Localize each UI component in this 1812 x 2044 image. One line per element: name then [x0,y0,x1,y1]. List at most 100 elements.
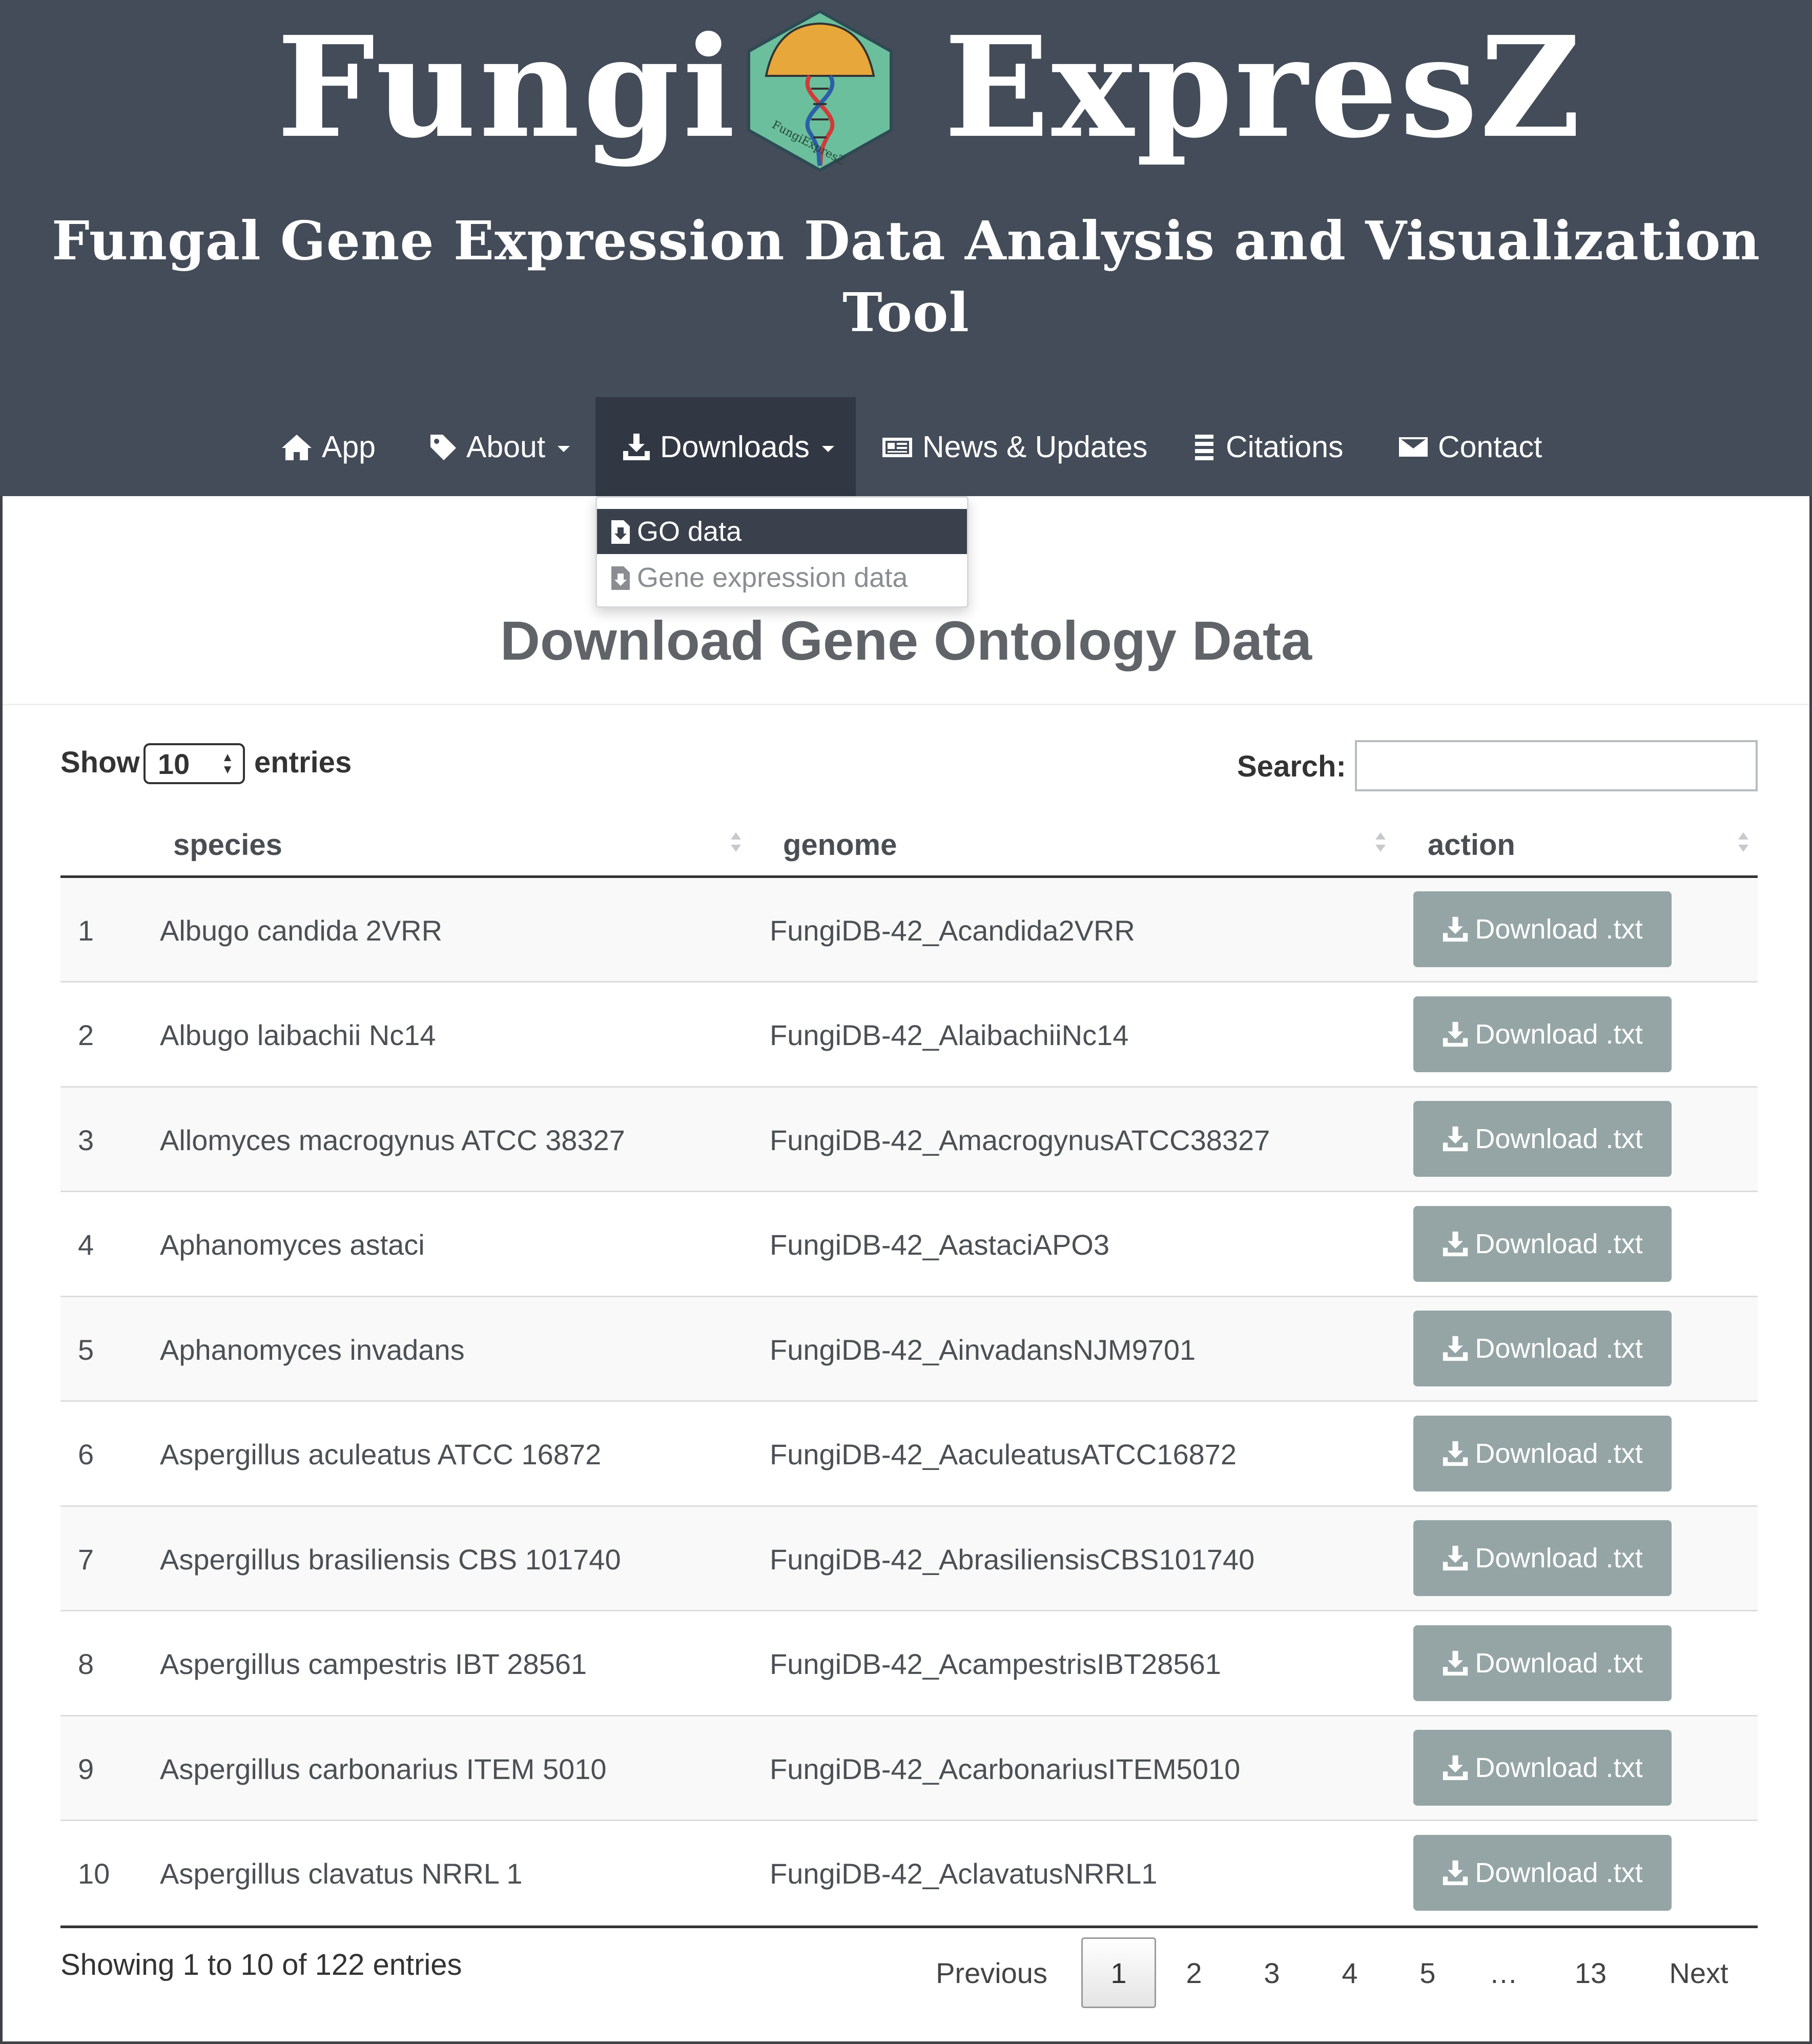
download-txt-button[interactable]: Download .txt [1413,1311,1672,1386]
table-row: 3 Allomyces macrogynus ATCC 38327 FungiDB-… [60,1088,1758,1192]
dropdown-item-gene-expression[interactable]: Gene expression data [597,555,967,600]
search-input[interactable] [1355,740,1758,791]
genome-cell: FungiDB-42_Acandida2VRR [770,914,1135,947]
envelope-icon [1399,437,1428,457]
pagination-page-3[interactable]: 3 [1251,1937,1292,2008]
genome-cell: FungiDB-42_AmacrogynusATCC38327 [770,1123,1270,1156]
species-cell: Aspergillus brasiliensis CBS 101740 [160,1543,621,1576]
table-row: 8 Aspergillus campestris IBT 28561 FungiDB… [60,1612,1758,1716]
download-txt-button[interactable]: Download .txt [1413,1834,1672,1911]
pagination-page-4[interactable]: 4 [1329,1937,1370,2008]
nav-citations[interactable]: Citations [1192,397,1344,496]
entries-label: entries [254,746,352,779]
chevron-down-icon [558,445,570,452]
download-button-label: Download .txt [1475,1123,1643,1154]
species-cell: Albugo laibachii Nc14 [160,1019,436,1051]
page-size-value: 10 [158,747,190,780]
pagination-next[interactable]: Next [1655,1937,1742,2008]
table-info: Showing 1 to 10 of 122 entries [60,1948,462,1981]
row-number: 8 [78,1648,94,1680]
row-number: 3 [78,1123,94,1156]
pagination-page-1[interactable]: 1 [1081,1937,1156,2008]
download-txt-button[interactable]: Download .txt [1413,1101,1672,1177]
genome-cell: FungiDB-42_AlaibachiiNc14 [770,1019,1129,1051]
chevron-down-icon [821,445,834,452]
navbar: App About Downloads News & Updates Citat… [0,397,1812,496]
list-icon [1195,434,1213,460]
genome-cell: FungiDB-42_AcampestrisIBT28561 [770,1648,1221,1680]
table-row: 1 Albugo candida 2VRR FungiDB-42_Acandida2… [60,878,1758,983]
nav-citations-label: Citations [1226,430,1344,464]
nav-about-label: About [466,430,546,464]
download-icon [623,433,650,460]
download-icon [1443,1336,1468,1361]
site-header: Fungi FungiExpresZ ExpresZ Fungal Gene E… [0,0,1812,496]
subtitle: Fungal Gene Expression Data Analysis and… [51,209,1761,344]
newspaper-icon [882,437,912,457]
pagination-previous[interactable]: Previous [922,1937,1061,2008]
species-cell: Allomyces macrogynus ATCC 38327 [160,1123,625,1156]
download-icon [1443,1231,1468,1256]
search-label: Search: [1237,750,1346,783]
row-number: 1 [78,914,94,947]
pagination-page-2[interactable]: 2 [1173,1937,1214,2008]
sort-icon[interactable] [1372,829,1388,860]
download-icon [1443,1441,1468,1466]
nav-downloads-label: Downloads [660,430,810,464]
row-number: 10 [78,1857,110,1890]
nav-contact-label: Contact [1438,430,1542,464]
row-number: 4 [78,1229,94,1261]
pagination-page-13[interactable]: 13 [1561,1937,1620,2008]
column-header-label: genome [783,828,897,862]
column-header-species[interactable]: species [173,814,282,875]
table-row: 10 Aspergillus clavatus NRRL 1 FungiDB-42_… [60,1822,1758,1926]
download-button-label: Download .txt [1475,1752,1643,1783]
download-txt-button[interactable]: Download .txt [1413,891,1672,967]
genome-cell: FungiDB-42_AastaciAPO3 [770,1229,1110,1261]
nav-about[interactable]: About [428,397,570,496]
download-button-label: Download .txt [1475,1228,1643,1259]
column-header-label: species [173,828,282,862]
downloads-dropdown: GO data Gene expression data [595,496,969,608]
download-button-label: Download .txt [1475,1018,1643,1050]
select-arrows-icon: ▲ ▼ [221,750,234,776]
download-icon [1443,1545,1468,1571]
download-txt-button[interactable]: Download .txt [1413,1205,1672,1282]
row-number: 5 [78,1333,94,1366]
species-cell: Aspergillus aculeatus ATCC 16872 [160,1438,602,1470]
species-cell: Aspergillus campestris IBT 28561 [160,1648,587,1680]
download-txt-button[interactable]: Download .txt [1413,996,1672,1072]
download-icon [1443,1126,1468,1152]
species-cell: Aspergillus carbonarius ITEM 5010 [160,1752,607,1785]
download-txt-button[interactable]: Download .txt [1413,1415,1672,1491]
nav-downloads[interactable]: Downloads [595,397,856,496]
page-size-select[interactable]: 10 ▲ ▼ [143,743,245,784]
nav-news-label: News & Updates [922,430,1148,464]
tag-icon [430,434,456,460]
download-icon [1443,916,1468,942]
column-header-genome[interactable]: genome [783,814,897,875]
genome-cell: FungiDB-42_AinvadansNJM9701 [770,1333,1196,1366]
sort-icon[interactable] [728,829,743,860]
nav-news[interactable]: News & Updates [881,397,1147,496]
download-button-label: Download .txt [1475,1438,1643,1469]
nav-contact[interactable]: Contact [1398,397,1542,496]
download-txt-button[interactable]: Download .txt [1413,1730,1672,1806]
dropdown-item-go-data[interactable]: GO data [597,509,967,554]
download-button-label: Download .txt [1475,1857,1643,1888]
nav-app[interactable]: App [281,397,376,496]
download-txt-button[interactable]: Download .txt [1413,1520,1672,1596]
download-txt-button[interactable]: Download .txt [1413,1625,1672,1701]
table-row: 7 Aspergillus brasiliensis CBS 101740 Fung… [60,1507,1758,1611]
row-number: 6 [78,1438,94,1470]
genome-cell: FungiDB-42_AbrasiliensisCBS101740 [770,1543,1255,1576]
logo: FungiExpresZ [747,9,893,172]
dropdown-item-label: Gene expression data [637,562,908,593]
column-header-action[interactable]: action [1428,814,1515,875]
sort-icon[interactable] [1735,829,1751,860]
download-icon [1443,1755,1468,1781]
pagination-page-5[interactable]: 5 [1407,1937,1448,2008]
file-download-icon [611,566,630,590]
species-cell: Aphanomyces invadans [160,1333,465,1366]
download-button-label: Download .txt [1475,914,1643,945]
